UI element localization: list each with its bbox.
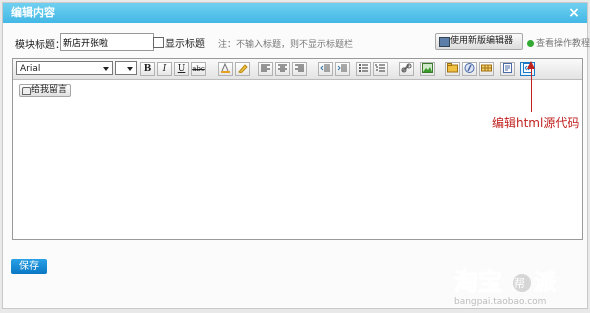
italic-button[interactable]: I [157,62,172,76]
ordered-list-button[interactable] [373,62,388,76]
bold-button[interactable]: B [140,62,155,76]
svg-text:淘宝: 淘宝 [454,268,502,296]
title-row: 模块标题： 显示标题 注：不输入标题，则不显示标题栏 使用新版编辑器 查看操作教… [15,33,590,53]
message-icon [22,87,31,95]
show-title-label: 显示标题 [165,39,205,50]
annotation-arrow-line [531,67,532,112]
watermark-logo: 淘宝 帮 派 bangpai.taobao.com [452,266,588,308]
folder-icon [447,63,458,73]
strikethrough-button[interactable]: abc [191,62,206,76]
outdent-button[interactable] [318,62,333,76]
highlight-button[interactable] [235,62,250,76]
text-color-button[interactable] [218,62,233,76]
flash-icon [464,63,475,73]
editor-toolbar: Arial B I U abc [13,59,582,80]
unordered-list-button[interactable] [356,62,371,76]
indent-button[interactable] [335,62,350,76]
indent-icon [337,64,347,72]
underline-button[interactable]: U [174,62,189,76]
leave-message-button[interactable]: 给我留言 [19,84,72,97]
dialog-title: 编辑内容 [11,6,55,19]
svg-text:帮: 帮 [514,277,525,290]
highlight-pen-icon [238,64,248,74]
use-new-editor-button[interactable]: 使用新版编辑器 [435,33,523,50]
align-left-icon [261,64,270,72]
ordered-list-icon [375,64,385,72]
close-icon[interactable]: × [567,3,581,23]
editor-icon [439,37,450,47]
insert-table-button[interactable] [479,62,494,76]
help-label: 查看操作教程 [536,39,590,49]
save-button[interactable]: 保存 [11,259,47,274]
chevron-down-icon [127,67,133,71]
align-center-icon [278,64,287,72]
svg-text:派: 派 [534,271,556,296]
dialog-titlebar: 编辑内容 × [3,3,587,23]
chevron-down-icon [103,67,109,71]
annotation-text: 编辑html源代码 [492,116,580,130]
link-icon [401,63,412,73]
text-color-icon [221,62,230,73]
align-right-button[interactable] [292,62,307,76]
font-family-value: Arial [20,64,41,74]
font-family-select[interactable]: Arial [16,61,113,75]
align-left-button[interactable] [258,62,273,76]
rich-text-editor[interactable]: Arial B I U abc 给我留言 [12,58,583,240]
use-new-editor-label: 使用新版编辑器 [450,36,514,46]
taobao-bangpai-watermark: 淘宝 帮 派 bangpai.taobao.com [454,268,557,308]
title-hint: 注：不输入标题，则不显示标题栏 [218,40,354,50]
page-icon [503,63,512,73]
font-size-select[interactable] [115,61,137,75]
module-title-input[interactable] [60,33,154,51]
preview-button[interactable] [500,62,515,76]
help-dot-icon [527,40,534,47]
help-link[interactable]: 查看操作教程 [527,36,590,49]
insert-module-button[interactable] [445,62,460,76]
svg-text:bangpai.taobao.com: bangpai.taobao.com [454,297,546,307]
align-center-button[interactable] [275,62,290,76]
link-button[interactable] [399,62,414,76]
unordered-list-icon [359,64,368,72]
edit-content-dialog: 编辑内容 × 模块标题： 显示标题 注：不输入标题，则不显示标题栏 使用新版编辑… [2,2,590,309]
module-title-label: 模块标题： [15,40,65,51]
insert-flash-button[interactable] [462,62,477,76]
show-title-checkbox[interactable] [153,37,164,48]
leave-message-label: 给我留言 [31,85,68,95]
table-icon [481,64,492,72]
outdent-icon [320,64,330,72]
image-icon [422,63,433,73]
show-title-option[interactable]: 显示标题 [153,35,205,50]
align-right-icon [295,64,304,72]
insert-image-button[interactable] [420,62,435,76]
